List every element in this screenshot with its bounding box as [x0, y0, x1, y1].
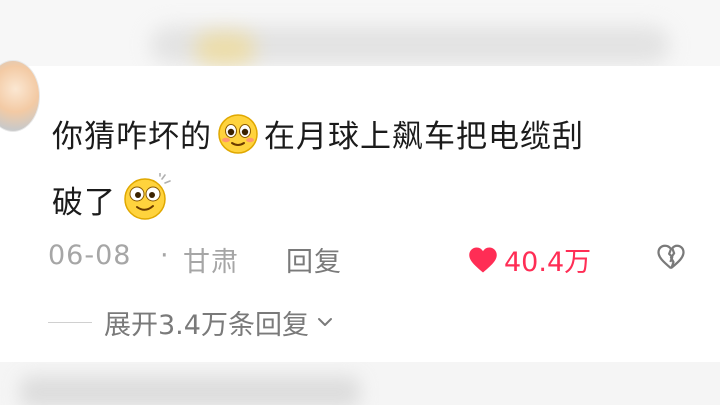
comment-text: 你猜咋坏的 在月球上飙车把电缆刮 破了 [52, 110, 692, 239]
blurred-previous-comment [0, 0, 720, 66]
meta-separator: · [160, 240, 169, 271]
divider-line [48, 321, 92, 323]
comment-meta: 06-08 · 甘肃 回复 40.4万 [48, 240, 698, 280]
comment-text-part3: 破了 [52, 185, 116, 221]
dislike-button[interactable] [656, 243, 686, 278]
blurred-emoji [195, 32, 255, 66]
expand-replies[interactable]: 展开3.4万条回复 [48, 302, 335, 342]
comment-text-part1: 你猜咋坏的 [52, 119, 212, 155]
expand-replies-label: 展开3.4万条回复 [104, 309, 309, 341]
blurred-text [20, 376, 360, 405]
dizzy-face-emoji-icon [118, 172, 172, 239]
reply-button[interactable]: 回复 [286, 240, 342, 279]
avatar[interactable] [0, 60, 40, 132]
like-count: 40.4万 [504, 247, 592, 278]
heart-icon [469, 247, 497, 272]
smiling-face-emoji-icon [214, 113, 262, 173]
comment-text-part2: 在月球上飙车把电缆刮 [264, 119, 584, 155]
chevron-down-icon [317, 318, 332, 326]
like-button[interactable]: 40.4万 [468, 240, 591, 279]
comment-location: 甘肃 [183, 247, 239, 278]
blurred-next-content [0, 362, 720, 405]
comment-date: 06-08 [48, 240, 132, 271]
broken-heart-icon [657, 244, 685, 270]
